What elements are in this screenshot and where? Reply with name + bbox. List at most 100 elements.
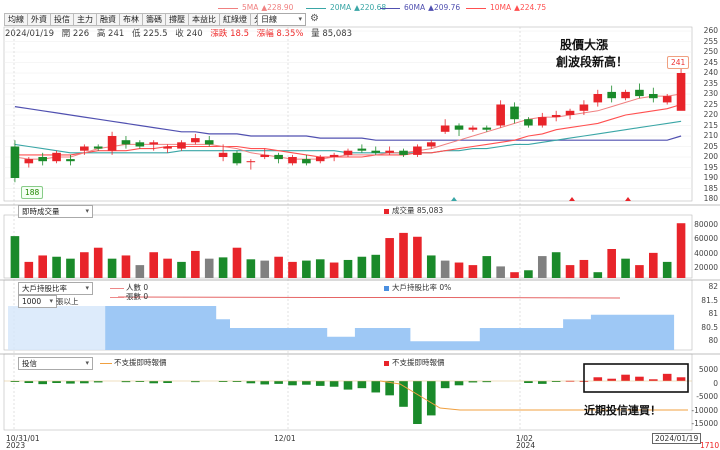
volume-bar bbox=[93, 247, 103, 278]
candle-body bbox=[204, 140, 214, 145]
candle-body bbox=[343, 150, 353, 155]
candle-body bbox=[385, 150, 394, 153]
institution-bar bbox=[52, 381, 61, 384]
signal-marker bbox=[625, 197, 631, 201]
volume-bar bbox=[607, 249, 616, 278]
institution-bar bbox=[80, 381, 89, 384]
candle-body bbox=[315, 157, 325, 162]
big-axis-tick: 80.5 bbox=[701, 322, 718, 332]
candle-body bbox=[107, 136, 117, 151]
candle-body bbox=[329, 154, 339, 157]
institution-bar bbox=[426, 381, 436, 416]
candle-body bbox=[676, 73, 686, 111]
volume-bar bbox=[454, 262, 464, 278]
volume-bar bbox=[80, 252, 89, 278]
price-axis-tick: 205 bbox=[703, 141, 718, 151]
institution-bar bbox=[38, 381, 47, 385]
candle-body bbox=[454, 125, 464, 130]
candle-body bbox=[357, 148, 367, 151]
legend-shares-text: 張數 0 bbox=[126, 292, 149, 301]
candle-body bbox=[399, 150, 408, 155]
volume-bar bbox=[649, 252, 658, 278]
volume-bar bbox=[329, 262, 339, 278]
price-axis-tick: 180 bbox=[703, 194, 718, 203]
volume-bar bbox=[315, 259, 325, 278]
volume-bar bbox=[246, 259, 256, 278]
volume-bar bbox=[482, 256, 492, 278]
institution-bar bbox=[260, 381, 270, 385]
institution-bar bbox=[371, 381, 381, 393]
institution-bar bbox=[524, 381, 533, 384]
institution-bar bbox=[593, 377, 603, 381]
volume-bar bbox=[357, 256, 367, 278]
volume-bar bbox=[399, 232, 408, 278]
candle-body bbox=[468, 127, 478, 130]
candle-body bbox=[482, 127, 492, 130]
candle-body bbox=[80, 146, 89, 151]
candle-body bbox=[149, 142, 159, 145]
price-axis-tick: 250 bbox=[703, 47, 718, 56]
volume-bar bbox=[551, 252, 561, 278]
volume-bar bbox=[510, 272, 519, 278]
volume-bar bbox=[204, 258, 214, 278]
candle-body bbox=[649, 94, 658, 99]
big-holder-first-block bbox=[8, 306, 106, 350]
institution-selector[interactable]: 投信 bbox=[18, 357, 93, 370]
candle-body bbox=[371, 150, 381, 153]
institution-bar bbox=[537, 381, 547, 384]
institution-bar bbox=[357, 381, 367, 389]
institution-bar bbox=[413, 381, 422, 424]
candle-body bbox=[260, 154, 270, 157]
institution-bar bbox=[607, 378, 616, 381]
volume-bar bbox=[593, 272, 603, 278]
institution-bar bbox=[662, 373, 672, 381]
candle-body bbox=[662, 96, 672, 103]
inst-axis-tick: -5000 bbox=[696, 392, 718, 401]
share-count-selector[interactable]: 1000 bbox=[18, 295, 57, 308]
volume-axis-tick: 20000 bbox=[694, 263, 718, 272]
candle-body bbox=[93, 146, 103, 149]
institution-bar bbox=[343, 381, 353, 390]
candle-body bbox=[593, 94, 603, 103]
candle-body bbox=[607, 91, 616, 99]
candle-body bbox=[565, 110, 575, 115]
candle-body bbox=[24, 159, 34, 164]
x-year-2023: 2023 bbox=[6, 441, 26, 450]
institution-bar bbox=[329, 381, 339, 387]
institution-bar bbox=[302, 381, 311, 385]
volume-bar bbox=[38, 255, 47, 278]
x-label-dec: 12/01 bbox=[274, 434, 296, 443]
volume-selector[interactable]: 即時成交量 bbox=[18, 205, 93, 218]
big-holder-selector[interactable]: 大戶持股比率 bbox=[18, 282, 93, 295]
volume-bar bbox=[371, 254, 381, 278]
candle-body bbox=[621, 91, 630, 99]
right-edge-label: 1710 bbox=[700, 441, 720, 450]
volume-bar bbox=[440, 260, 450, 278]
candle-body bbox=[135, 142, 145, 147]
volume-bar bbox=[149, 252, 159, 278]
price-axis-tick: 195 bbox=[703, 162, 718, 172]
volume-axis-tick: 40000 bbox=[694, 248, 718, 258]
big-axis-tick: 81 bbox=[708, 309, 718, 318]
candle-body bbox=[496, 104, 505, 126]
volume-bar bbox=[10, 236, 20, 278]
volume-bar bbox=[676, 223, 686, 278]
price-axis-tick: 220 bbox=[703, 110, 718, 119]
candle-body bbox=[38, 157, 47, 162]
big-holder-area bbox=[8, 306, 675, 350]
institution-bar bbox=[274, 381, 283, 384]
volume-bar bbox=[385, 238, 394, 278]
price-axis-tick: 240 bbox=[703, 68, 718, 77]
volume-axis-tick: 60000 bbox=[694, 234, 718, 244]
x-year-2024: 2024 bbox=[516, 441, 536, 450]
institution-bar bbox=[246, 381, 256, 384]
candle-body bbox=[218, 152, 228, 157]
volume-bar bbox=[288, 261, 297, 278]
candle-body bbox=[288, 157, 297, 164]
candle-body bbox=[426, 142, 436, 147]
candle-body bbox=[232, 152, 242, 164]
institution-bar bbox=[66, 381, 75, 384]
legend-ratio: 大戶持股比率 0% bbox=[384, 282, 451, 293]
price-low-chip: 188 bbox=[21, 186, 44, 199]
signal-marker bbox=[451, 197, 457, 201]
